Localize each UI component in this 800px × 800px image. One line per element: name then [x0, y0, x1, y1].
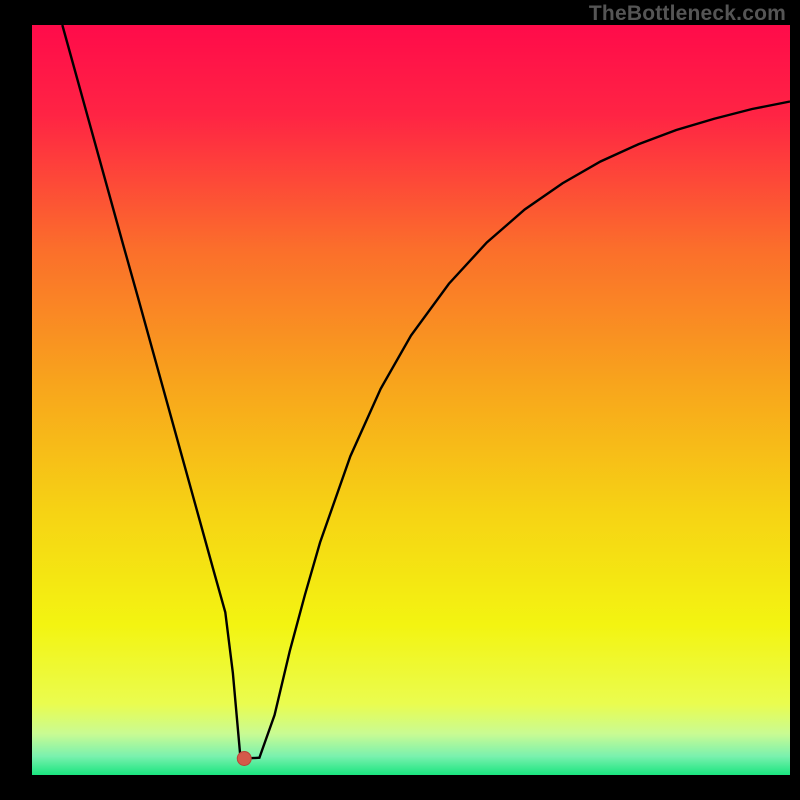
plot-background: [32, 25, 790, 775]
plot-svg: [0, 0, 800, 800]
watermark-text: TheBottleneck.com: [589, 2, 786, 26]
chart-root: { "watermark": "TheBottleneck.com", "cha…: [0, 0, 800, 800]
marker-dot: [237, 752, 251, 766]
